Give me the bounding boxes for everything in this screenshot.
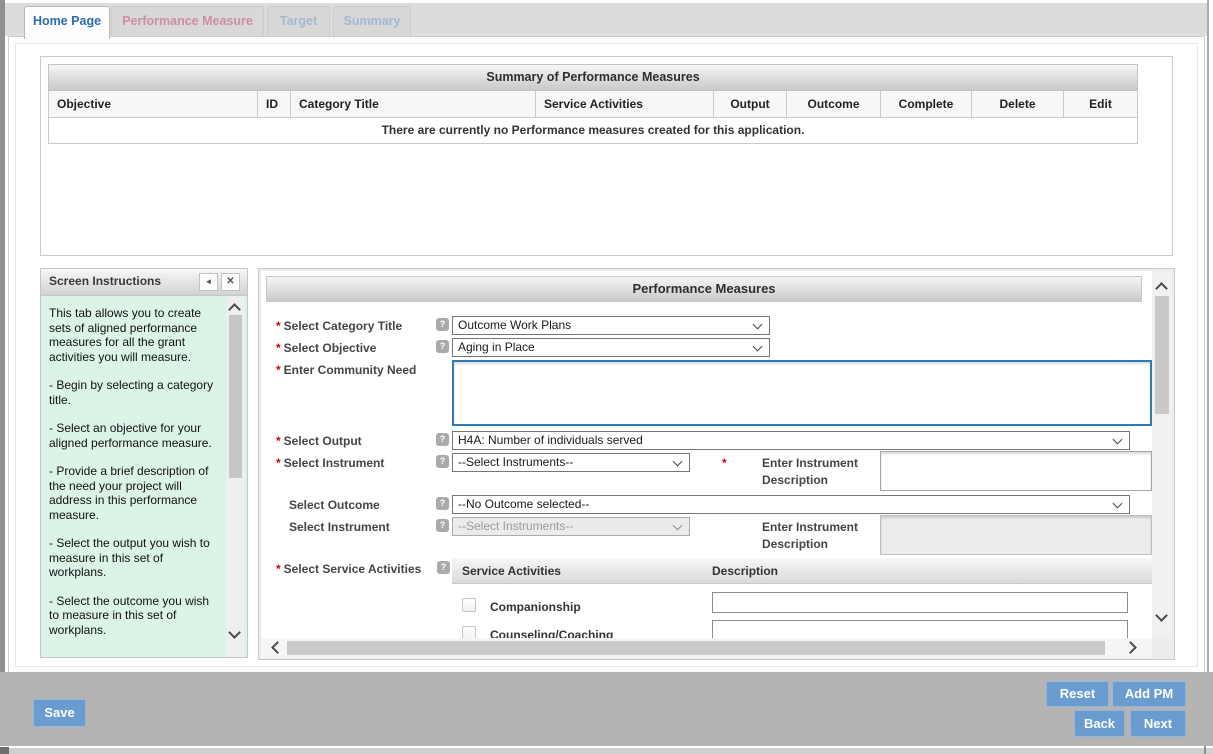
- chevron-down-icon: [753, 320, 763, 330]
- instruction-paragraph: - Begin by selecting a category title.: [49, 378, 217, 407]
- bottom-right-divider: [1204, 746, 1206, 754]
- help-icon[interactable]: ?: [436, 455, 449, 468]
- bottom-action-bar: [0, 672, 1213, 746]
- chevron-down-icon: [673, 457, 683, 467]
- output-select[interactable]: H4A: Number of individuals served: [452, 431, 1130, 450]
- instructions-scrollbar-thumb[interactable]: [229, 315, 242, 478]
- instruction-paragraph: - Select the output you wish to measure …: [49, 536, 217, 580]
- column-header-complete: Complete: [881, 91, 972, 117]
- service-activities-label: *Select Service Activities: [276, 562, 421, 576]
- help-icon[interactable]: ?: [436, 497, 449, 510]
- community-need-textarea[interactable]: [452, 360, 1152, 426]
- form-vertical-scrollbar-thumb[interactable]: [1155, 296, 1169, 414]
- tab-target[interactable]: Target: [267, 6, 330, 36]
- instrument-output-description-textarea[interactable]: [880, 451, 1152, 491]
- column-header-edit: Edit: [1064, 91, 1137, 117]
- close-panel-button[interactable]: ✕: [221, 273, 240, 291]
- column-header-id: ID: [258, 91, 291, 117]
- counseling-coaching-description-input[interactable]: [712, 620, 1128, 638]
- add-pm-button[interactable]: Add PM: [1112, 681, 1186, 707]
- selected-value: --No Outcome selected--: [458, 497, 589, 511]
- output-label: *Select Output: [276, 434, 362, 448]
- objective-label: *Select Objective: [276, 341, 376, 355]
- community-need-label: *Enter Community Need: [276, 363, 416, 377]
- required-asterisk: *: [276, 434, 281, 448]
- required-asterisk: *: [722, 456, 727, 470]
- screen-instructions-title: Screen Instructions: [49, 274, 161, 288]
- back-button[interactable]: Back: [1074, 710, 1125, 737]
- tab-performance-measure[interactable]: Performance Measure: [111, 6, 264, 36]
- selected-value: --Select Instruments--: [458, 455, 573, 469]
- window-right-edge: [1207, 0, 1209, 746]
- column-header-output: Output: [714, 91, 787, 117]
- triangle-left-icon: ◄: [205, 277, 213, 286]
- required-asterisk: *: [276, 363, 281, 377]
- category-title-select[interactable]: Outcome Work Plans: [452, 316, 770, 335]
- bottom-edge-strip: [0, 746, 1213, 754]
- tab-home-page[interactable]: Home Page: [24, 6, 110, 39]
- column-header-outcome: Outcome: [787, 91, 881, 117]
- instruction-paragraph: - Select the outcome you wish to measure…: [49, 594, 217, 638]
- selected-value: H4A: Number of individuals served: [458, 433, 643, 447]
- screen-instructions-text: This tab allows you to create sets of al…: [41, 297, 227, 657]
- summary-table-header-row: Objective ID Category Title Service Acti…: [48, 91, 1138, 118]
- instruction-paragraph: - Select an objective for your aligned p…: [49, 421, 217, 450]
- instrument-output-desc-label: Enter Instrument Description: [762, 455, 877, 489]
- reset-button[interactable]: Reset: [1046, 681, 1109, 707]
- instrument-outcome-description-textarea: [880, 515, 1152, 555]
- column-header-service-activities: Service Activities: [462, 564, 561, 578]
- selected-value: Outcome Work Plans: [458, 318, 571, 332]
- chevron-down-icon: [1113, 435, 1123, 445]
- column-header-delete: Delete: [972, 91, 1064, 117]
- collapse-panel-button[interactable]: ◄: [199, 273, 218, 291]
- counseling-coaching-checkbox[interactable]: [462, 626, 476, 638]
- instruction-paragraph: This tab allows you to create sets of al…: [49, 306, 217, 364]
- service-activity-label: Companionship: [490, 600, 581, 614]
- companionship-checkbox[interactable]: [462, 598, 476, 612]
- instrument-output-select[interactable]: --Select Instruments--: [452, 453, 690, 472]
- instrument-outcome-label: Select Instrument: [289, 520, 390, 534]
- column-header-description: Description: [712, 564, 778, 578]
- required-asterisk: *: [276, 341, 281, 355]
- tab-bar: Home Page Performance Measure Target Sum…: [5, 3, 1207, 36]
- performance-measures-form: Performance Measures *Select Category Ti…: [261, 271, 1152, 638]
- selected-value: --Select Instruments--: [458, 519, 573, 533]
- bottom-left-corner-mark: [0, 747, 9, 754]
- save-button[interactable]: Save: [33, 699, 86, 727]
- summary-table-empty-message: There are currently no Performance measu…: [48, 118, 1138, 144]
- close-icon: ✕: [226, 276, 234, 287]
- next-button[interactable]: Next: [1130, 710, 1186, 737]
- service-activities-table-header: Service Activities Description: [452, 558, 1152, 584]
- outcome-select[interactable]: --No Outcome selected--: [452, 495, 1130, 514]
- companionship-description-input[interactable]: [712, 592, 1128, 613]
- column-header-category-title: Category Title: [291, 91, 536, 117]
- chevron-down-icon: [753, 342, 763, 352]
- column-header-service-activities: Service Activities: [536, 91, 714, 117]
- help-icon[interactable]: ?: [437, 561, 450, 574]
- tab-summary[interactable]: Summary: [333, 6, 411, 36]
- objective-select[interactable]: Aging in Place: [452, 338, 770, 357]
- help-icon[interactable]: ?: [436, 519, 449, 532]
- required-asterisk: *: [276, 319, 281, 333]
- instrument-output-label: *Select Instrument: [276, 456, 384, 470]
- outcome-label: Select Outcome: [289, 498, 380, 512]
- instrument-outcome-select: --Select Instruments--: [452, 517, 690, 536]
- service-activity-label: Counseling/Coaching: [490, 628, 613, 638]
- column-header-objective: Objective: [49, 91, 258, 117]
- window-left-edge: [0, 0, 5, 746]
- required-asterisk: *: [276, 562, 281, 576]
- form-title: Performance Measures: [266, 276, 1142, 302]
- chevron-down-icon: [1113, 499, 1123, 509]
- chevron-down-icon: [673, 521, 683, 531]
- instrument-outcome-desc-label: Enter Instrument Description: [762, 519, 877, 553]
- help-icon[interactable]: ?: [436, 433, 449, 446]
- selected-value: Aging in Place: [458, 340, 535, 354]
- instruction-paragraph: - Provide a brief description of the nee…: [49, 464, 217, 522]
- form-horizontal-scrollbar-thumb[interactable]: [287, 641, 1105, 655]
- summary-table-title: Summary of Performance Measures: [48, 64, 1138, 91]
- required-asterisk: *: [276, 456, 281, 470]
- category-title-label: *Select Category Title: [276, 319, 402, 333]
- help-icon[interactable]: ?: [436, 318, 449, 331]
- help-icon[interactable]: ?: [436, 340, 449, 353]
